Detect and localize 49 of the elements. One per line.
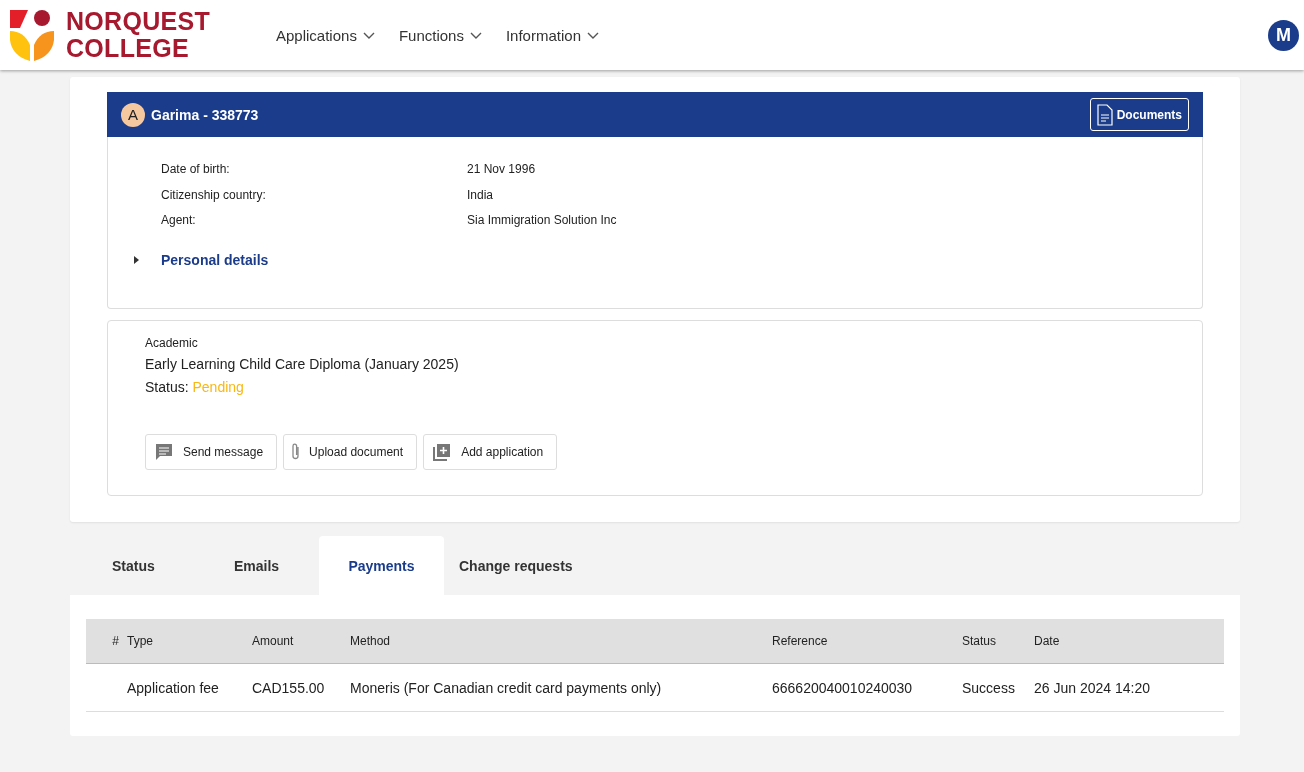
field-value: India (467, 186, 495, 204)
paperclip-icon (292, 443, 301, 461)
logo-text: COLLEGE (66, 35, 189, 62)
column-header: # (86, 619, 123, 664)
table-cell: Success (958, 663, 1030, 712)
column-header: Reference (768, 619, 958, 664)
chevron-down-icon (587, 31, 599, 39)
document-icon (1096, 103, 1113, 126)
nav-menu[interactable]: Applications (276, 26, 375, 44)
column-header: Date (1030, 619, 1224, 664)
documents-button[interactable]: Documents (1089, 98, 1189, 131)
nav-menu[interactable]: Functions (398, 26, 482, 44)
field-value: 21 Nov 1996 (467, 161, 537, 178)
tab[interactable]: Change requests (444, 536, 588, 595)
chat-icon (154, 442, 174, 462)
program-category: Academic (145, 336, 199, 350)
column-header: Amount (248, 619, 346, 664)
column-header: Type (123, 619, 248, 664)
chevron-down-icon (469, 31, 482, 39)
action-button[interactable]: Upload document (283, 434, 418, 470)
column-header: Status (958, 619, 1030, 664)
field-value: Sia Immigration Solution Inc (467, 212, 618, 229)
action-button[interactable]: Add application (423, 434, 558, 470)
logo-text: NORQUEST (66, 8, 211, 35)
table-cell: Application fee (123, 663, 248, 712)
table-cell: 666620040010240030 (768, 663, 958, 712)
personal-details-toggle[interactable]: Personal details (161, 251, 269, 268)
chevron-down-icon (362, 31, 375, 39)
expand-triangle-icon[interactable] (132, 255, 140, 264)
field-label: Citizenship country: (161, 186, 267, 204)
status-value: Pending (192, 379, 244, 395)
table-cell: Moneris (For Canadian credit card payments only) (346, 663, 768, 712)
column-header: Method (346, 619, 768, 664)
nav-menu[interactable]: Information (505, 26, 599, 44)
user-avatar[interactable]: M (1268, 19, 1299, 51)
applicant-name: Garima - 338773 (151, 106, 260, 123)
table-cell: 26 Jun 2024 14:20 (1030, 663, 1224, 712)
college-logo-icon (10, 9, 54, 61)
initial-avatar: A (121, 102, 145, 127)
action-button[interactable]: Send message (145, 434, 278, 470)
program-name: Early Learning Child Care Diploma (January 2025) (145, 356, 460, 372)
status-label: Status: (145, 379, 189, 395)
add-box-icon (432, 442, 453, 462)
field-label: Agent: (161, 212, 197, 229)
field-label: Date of birth: (161, 161, 231, 178)
tab[interactable]: Payments (319, 536, 444, 595)
tab[interactable]: Status (70, 536, 194, 595)
tab[interactable]: Emails (194, 536, 319, 595)
table-cell: CAD155.00 (248, 663, 346, 712)
